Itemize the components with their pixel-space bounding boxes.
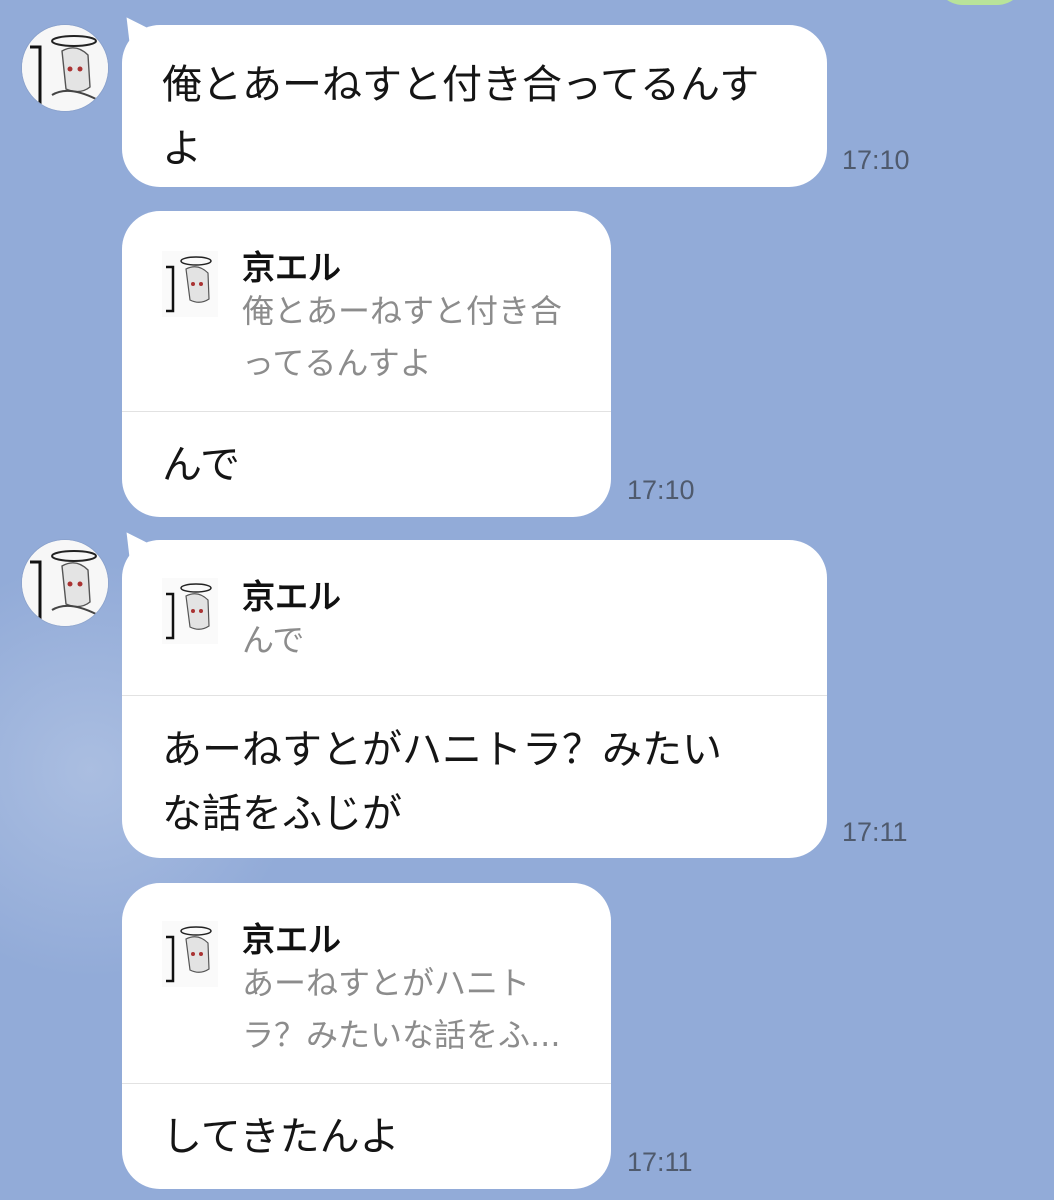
quoted-sender-name: 京エル xyxy=(242,920,341,959)
reply-bubble[interactable]: 京エル んで あーねすとがハニトラ？みたい な話をふじが xyxy=(122,540,827,858)
quoted-sender-name: 京エル xyxy=(242,248,341,287)
quoted-avatar-icon xyxy=(162,921,218,987)
reply-message-text: あーねすとがハニトラ？みたい な話をふじが xyxy=(162,727,722,837)
quoted-message[interactable]: 京エル 俺とあーねすと付き合 ってるんすよ xyxy=(122,211,611,412)
reply-bubble[interactable]: 京エル あーねすとがハニト ラ？みたいな話をふ... してきたんよ xyxy=(122,883,611,1189)
quoted-sender-name: 京エル xyxy=(242,577,341,616)
reply-message-text: んで xyxy=(162,442,240,488)
quoted-avatar-icon xyxy=(162,578,218,644)
sender-avatar[interactable] xyxy=(22,540,108,626)
quoted-message-text: んで xyxy=(242,621,305,659)
message-timestamp: 17:11 xyxy=(842,817,908,847)
quoted-message[interactable]: 京エル んで xyxy=(122,540,827,696)
message-timestamp: 17:10 xyxy=(842,145,910,175)
message-timestamp: 17:10 xyxy=(627,475,695,505)
partial-outgoing-bubble[interactable] xyxy=(935,0,1025,5)
quoted-avatar-icon xyxy=(162,251,218,317)
quoted-message[interactable]: 京エル あーねすとがハニト ラ？みたいな話をふ... xyxy=(122,883,611,1084)
reply-bubble[interactable]: 京エル 俺とあーねすと付き合 ってるんすよ んで xyxy=(122,211,611,517)
message-bubble[interactable]: 俺とあーねすと付き合ってるんす よ xyxy=(122,25,827,187)
message-timestamp: 17:11 xyxy=(627,1147,693,1177)
sender-avatar[interactable] xyxy=(22,25,108,111)
chat-background: 俺とあーねすと付き合ってるんす よ 17:10 京エル 俺とあーねすと付き合 っ… xyxy=(0,0,1054,1200)
quoted-message-text: 俺とあーねすと付き合 ってるんすよ xyxy=(242,292,563,382)
quoted-message-text: あーねすとがハニト ラ？みたいな話をふ... xyxy=(242,964,561,1054)
reply-message-text: してきたんよ xyxy=(162,1114,400,1160)
message-text: 俺とあーねすと付き合ってるんす よ xyxy=(162,62,760,172)
